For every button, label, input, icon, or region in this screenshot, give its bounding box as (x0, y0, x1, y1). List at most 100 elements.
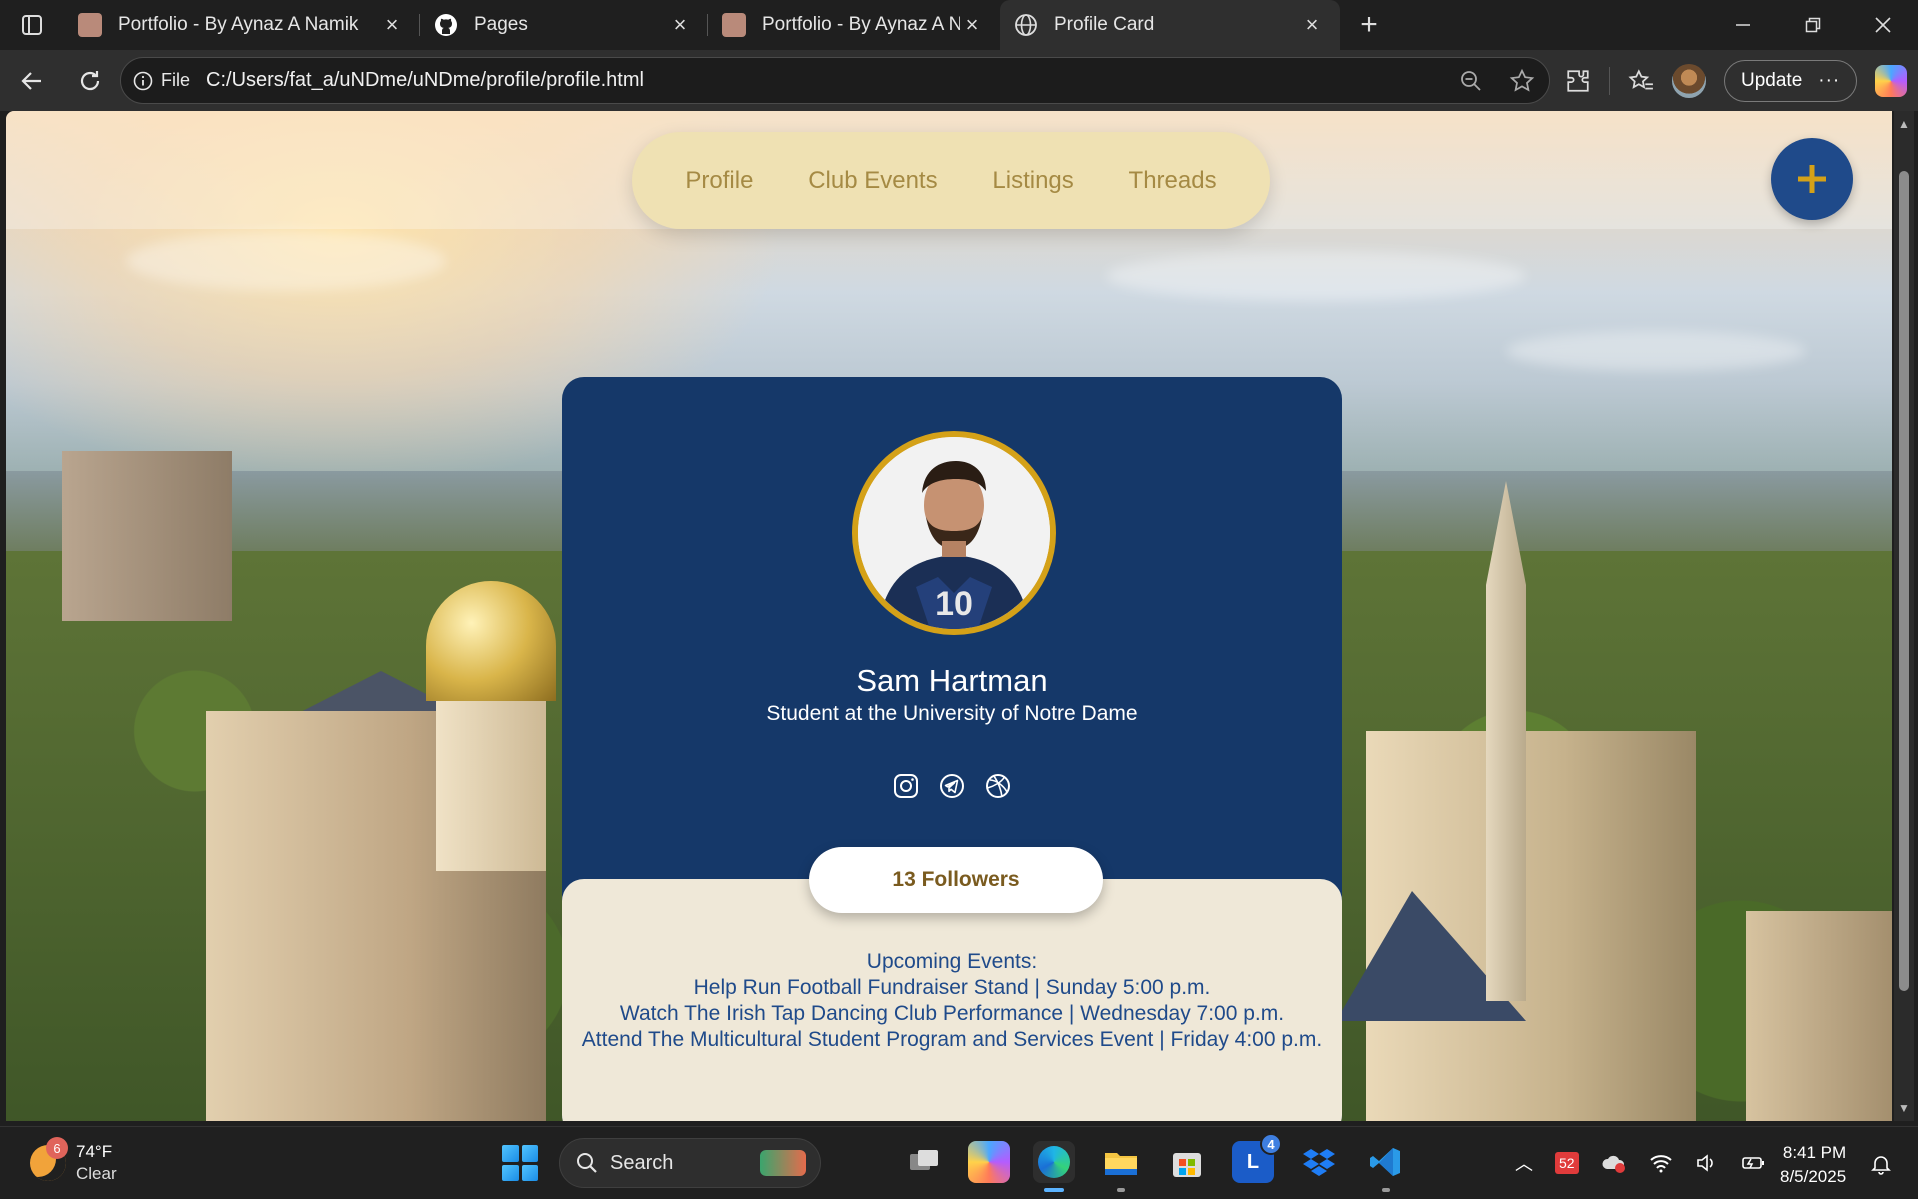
url-scheme-label: File (161, 70, 191, 90)
cloud (1506, 331, 1806, 371)
edge-browser-icon[interactable] (1033, 1141, 1075, 1192)
linkedin-app-icon[interactable]: L 4 (1232, 1133, 1282, 1183)
upcoming-events: Upcoming Events: Help Run Football Fundr… (562, 949, 1342, 1053)
dropbox-icon[interactable] (1298, 1141, 1340, 1183)
tab-profile-card[interactable]: Profile Card × (1000, 0, 1340, 50)
scroll-down-arrow-icon[interactable]: ▼ (1897, 1101, 1911, 1115)
toolbar-divider (1609, 66, 1610, 95)
portfolio-favicon-icon (78, 13, 102, 37)
window-controls (1708, 0, 1918, 50)
more-menu-icon[interactable]: ··· (1818, 70, 1840, 92)
back-button[interactable] (6, 55, 58, 107)
microsoft-store-icon[interactable] (1166, 1141, 1208, 1183)
cloud (126, 231, 446, 291)
tray-app-badge[interactable]: 52 (1555, 1152, 1579, 1174)
nav-threads[interactable]: Threads (1129, 167, 1217, 195)
extensions-icon[interactable] (1565, 68, 1591, 94)
social-links (562, 772, 1342, 800)
linkedin-badge: 4 (1260, 1133, 1282, 1155)
battery-icon[interactable] (1741, 1153, 1767, 1173)
page-scrollbar[interactable]: ▲ ▼ (1894, 111, 1914, 1121)
task-view-icon[interactable] (903, 1141, 945, 1183)
wifi-icon[interactable] (1649, 1153, 1673, 1173)
nav-listings[interactable]: Listings (992, 167, 1073, 195)
favorites-icon[interactable] (1628, 68, 1654, 94)
clock-date: 8/5/2025 (1780, 1167, 1847, 1186)
windows-logo-icon (521, 1164, 538, 1181)
close-tab-icon[interactable]: × (1300, 12, 1324, 37)
close-window-button[interactable] (1848, 0, 1918, 50)
new-tab-button[interactable]: + (1346, 2, 1392, 48)
portfolio-favicon-icon (722, 13, 746, 37)
event-item: Help Run Football Fundraiser Stand | Sun… (693, 976, 1211, 999)
event-item: Watch The Irish Tap Dancing Club Perform… (619, 1002, 1285, 1025)
main-nav: Profile Club Events Listings Threads (632, 132, 1270, 229)
vscode-icon[interactable] (1365, 1141, 1407, 1192)
tab-title: Pages (474, 14, 528, 35)
restore-button[interactable] (1778, 0, 1848, 50)
restore-icon (1805, 17, 1821, 33)
cloud-sync-icon[interactable] (1601, 1152, 1627, 1174)
reload-button[interactable] (64, 55, 116, 107)
close-tab-icon[interactable]: × (380, 12, 404, 37)
close-tab-icon[interactable]: × (960, 12, 984, 37)
copilot-icon[interactable] (1875, 64, 1908, 97)
taskbar: 6 74°F Clear Search L 4 ︿ 52 8:41 PM 8/5… (0, 1126, 1918, 1198)
scroll-thumb[interactable] (1899, 171, 1909, 991)
url-text[interactable]: C:/Users/fat_a/uNDme/uNDme/profile/profi… (206, 69, 644, 92)
favorite-star-icon[interactable] (1509, 68, 1535, 94)
telegram-icon[interactable] (938, 772, 966, 800)
chevron-up-icon[interactable]: ︿ (1515, 1150, 1533, 1176)
add-button[interactable] (1771, 138, 1853, 220)
minimize-button[interactable] (1708, 0, 1778, 50)
taskbar-search[interactable]: Search (559, 1138, 821, 1188)
search-icon (577, 1153, 597, 1173)
zoom-out-icon[interactable] (1459, 69, 1483, 93)
scroll-up-arrow-icon[interactable]: ▲ (1897, 117, 1911, 131)
windows-logo-icon (521, 1145, 538, 1162)
start-button[interactable] (502, 1145, 538, 1181)
followers-button[interactable]: 13 Followers (809, 847, 1103, 913)
instagram-icon[interactable] (892, 772, 920, 800)
tab-pages[interactable]: Pages × (420, 0, 708, 50)
copilot-taskbar-icon[interactable] (968, 1141, 1010, 1183)
moon-icon: 6 (30, 1137, 68, 1181)
profile-subtitle: Student at the University of Notre Dame (766, 702, 1138, 725)
nav-profile[interactable]: Profile (685, 167, 753, 195)
volume-icon[interactable] (1695, 1153, 1719, 1173)
system-tray: ︿ 52 (1515, 1127, 1767, 1199)
basilica-spire (1486, 481, 1526, 1001)
library-tower (62, 451, 232, 621)
toolbar-right: Update ··· (1565, 50, 1908, 111)
close-icon (1875, 17, 1891, 33)
file-explorer-icon[interactable] (1100, 1141, 1142, 1192)
tab-portfolio-1[interactable]: Portfolio - By Aynaz A Namik × (64, 0, 420, 50)
tab-actions-icon (22, 15, 42, 35)
athlete-portrait: 10 (858, 437, 1050, 629)
update-button[interactable]: Update ··· (1724, 59, 1858, 102)
plus-icon: + (1360, 8, 1378, 41)
tab-actions-button[interactable] (0, 0, 64, 50)
temperature: 74°F (76, 1142, 113, 1161)
linkedin-letter: L (1246, 1150, 1260, 1173)
weather-condition: Clear (76, 1164, 117, 1183)
events-heading: Upcoming Events: (866, 950, 1038, 973)
nav-club-events[interactable]: Club Events (808, 167, 937, 195)
plus-icon (1798, 165, 1826, 193)
weather-widget[interactable]: 6 74°F Clear (30, 1137, 117, 1185)
address-bar[interactable]: File C:/Users/fat_a/uNDme/uNDme/profile/… (120, 57, 1550, 104)
clock-time: 8:41 PM (1782, 1143, 1847, 1162)
profile-photo: 10 (852, 431, 1056, 635)
event-item: Attend The Multicultural Student Program… (581, 1028, 1323, 1051)
svg-text:10: 10 (935, 585, 973, 623)
system-clock[interactable]: 8:41 PM 8/5/2025 (1780, 1141, 1846, 1189)
close-tab-icon[interactable]: × (668, 12, 692, 37)
notification-bell-icon[interactable] (1870, 1153, 1892, 1175)
search-highlight-icon (760, 1150, 806, 1176)
profile-avatar[interactable] (1672, 63, 1706, 98)
site-info-button[interactable]: File (133, 70, 206, 91)
tab-portfolio-2[interactable]: Portfolio - By Aynaz A Namik × (708, 0, 1000, 50)
reload-icon (80, 70, 100, 90)
dribbble-icon[interactable] (984, 772, 1012, 800)
profile-name: Sam Hartman (856, 663, 1048, 698)
